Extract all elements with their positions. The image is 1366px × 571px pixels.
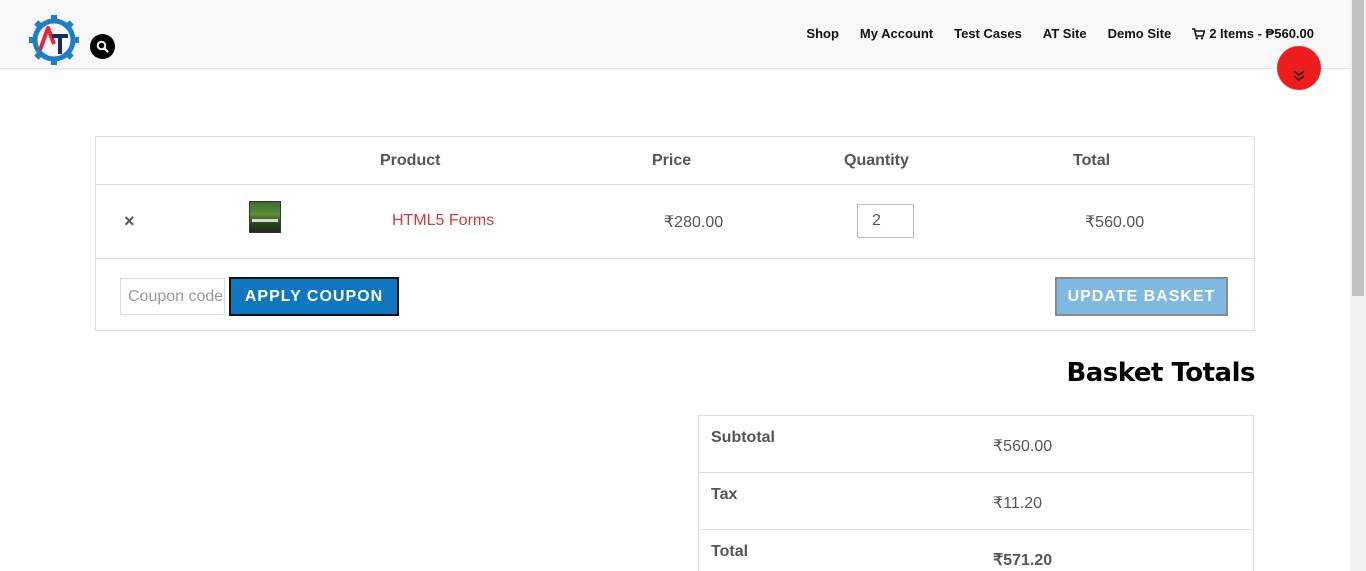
remove-item-icon[interactable]: × — [124, 212, 135, 230]
total-value: ₹571.20 — [993, 552, 1053, 569]
column-price: Price — [652, 152, 692, 169]
tax-label: Tax — [711, 486, 738, 503]
totals-row-tax: Tax ₹11.20 — [699, 473, 1253, 530]
nav-my-account[interactable]: My Account — [860, 26, 933, 41]
cart-table-header: Product Price Quantity Total — [96, 137, 1254, 185]
quantity-input[interactable] — [857, 204, 914, 238]
cart-icon — [1192, 27, 1206, 39]
product-thumbnail[interactable] — [249, 201, 281, 233]
coupon-code-input[interactable] — [120, 278, 225, 315]
nav-demo-site[interactable]: Demo Site — [1108, 26, 1172, 41]
chevron-double-down-icon — [1293, 70, 1305, 82]
column-product: Product — [380, 152, 441, 169]
product-total: ₹560.00 — [1085, 214, 1145, 231]
nav-cart[interactable]: 2 Items - ₱560.00 — [1192, 26, 1314, 41]
site-header: Shop My Account Test Cases AT Site Demo … — [0, 0, 1350, 69]
cart-summary: 2 Items - ₱560.00 — [1209, 26, 1314, 41]
subtotal-label: Subtotal — [711, 429, 775, 446]
search-icon — [96, 40, 109, 53]
nav-at-site[interactable]: AT Site — [1043, 26, 1087, 41]
logo-gear-icon — [29, 15, 79, 65]
subtotal-value: ₹560.00 — [993, 438, 1053, 455]
cart-table: Product Price Quantity Total × HTML5 For… — [95, 136, 1255, 331]
product-price: ₹280.00 — [664, 214, 724, 231]
page-scrollbar[interactable] — [1350, 0, 1366, 571]
nav-test-cases[interactable]: Test Cases — [954, 26, 1022, 41]
product-name-link[interactable]: HTML5 Forms — [392, 212, 494, 230]
scroll-down-button[interactable] — [1277, 46, 1321, 90]
tax-value: ₹11.20 — [993, 495, 1043, 512]
update-basket-button[interactable]: UPDATE BASKET — [1055, 277, 1228, 316]
basket-totals-table: Subtotal ₹560.00 Tax ₹11.20 Total ₹571.2… — [698, 415, 1254, 571]
main-nav: Shop My Account Test Cases AT Site Demo … — [806, 26, 1314, 41]
totals-row-subtotal: Subtotal ₹560.00 — [699, 416, 1253, 473]
cart-actions: APPLY COUPON UPDATE BASKET — [96, 259, 1254, 330]
basket-totals-title: Basket Totals — [1066, 358, 1255, 388]
column-total: Total — [1073, 152, 1111, 169]
nav-shop[interactable]: Shop — [806, 26, 839, 41]
search-button[interactable] — [90, 34, 115, 59]
total-label: Total — [711, 543, 749, 560]
scrollbar-thumb[interactable] — [1352, 0, 1364, 296]
totals-row-total: Total ₹571.20 — [699, 530, 1253, 571]
site-logo[interactable] — [28, 14, 80, 66]
apply-coupon-button[interactable]: APPLY COUPON — [229, 277, 399, 316]
cart-item-row: × HTML5 Forms ₹280.00 ₹560.00 — [96, 185, 1254, 259]
column-quantity: Quantity — [844, 152, 909, 169]
